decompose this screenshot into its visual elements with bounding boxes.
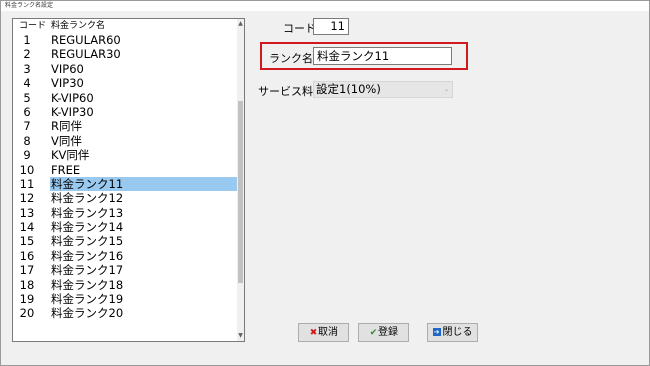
rank-list[interactable]: コード 料金ランク名 1 REGULAR60 2 REGULAR30 3 VIP60 4 VI… bbox=[12, 18, 245, 342]
cancel-button[interactable]: ✖取消 bbox=[298, 323, 349, 342]
list-item-name: 料金ランク14 bbox=[51, 220, 124, 235]
list-item-code: 12 bbox=[19, 191, 35, 206]
code-field[interactable]: 11 bbox=[313, 18, 349, 35]
list-item-code: 9 bbox=[23, 148, 31, 163]
scroll-down-icon[interactable]: ▼ bbox=[237, 331, 244, 341]
list-item-name: 料金ランク13 bbox=[51, 205, 124, 220]
list-item[interactable]: 3 VIP60 bbox=[13, 62, 238, 76]
list-item[interactable]: 14 料金ランク14 bbox=[13, 220, 238, 234]
list-item-name: 料金ランク17 bbox=[51, 263, 124, 278]
list-item-name: 料金ランク11 bbox=[50, 176, 237, 192]
list-item-code: 7 bbox=[23, 119, 31, 134]
list-item-name: V同伴 bbox=[51, 133, 82, 148]
list-item-name: FREE bbox=[51, 162, 81, 177]
list-item[interactable]: 9 KV同伴 bbox=[13, 148, 238, 162]
list-header: コード 料金ランク名 bbox=[13, 19, 238, 33]
list-item-name: R同伴 bbox=[51, 119, 82, 134]
list-item[interactable]: 10 FREE bbox=[13, 163, 238, 177]
list-item[interactable]: 1 REGULAR60 bbox=[13, 33, 238, 47]
list-item-code: 13 bbox=[19, 205, 35, 220]
list-item-code: 19 bbox=[19, 292, 35, 307]
rank-settings-window: 料金ランク名設定 コード 料金ランク名 1 REGULAR60 2 REGULAR30… bbox=[0, 0, 650, 366]
list-rows: 1 REGULAR60 2 REGULAR30 3 VIP60 4 VIP30 5 K-VIP60… bbox=[13, 33, 238, 321]
cross-icon: ✖ bbox=[309, 328, 318, 338]
header-name: 料金ランク名 bbox=[51, 21, 106, 31]
list-item[interactable]: 2 REGULAR30 bbox=[13, 47, 238, 61]
list-item[interactable]: 18 料金ランク18 bbox=[13, 278, 238, 292]
header-code: コード bbox=[19, 21, 47, 31]
list-item-code: 14 bbox=[19, 220, 35, 235]
list-item-code: 3 bbox=[23, 61, 31, 76]
list-item[interactable]: 19 料金ランク19 bbox=[13, 292, 238, 306]
list-item-code: 17 bbox=[19, 263, 35, 278]
list-item-name: REGULAR30 bbox=[51, 47, 121, 62]
save-button[interactable]: ✔登録 bbox=[358, 323, 409, 342]
list-item-name: 料金ランク16 bbox=[51, 248, 124, 263]
list-item[interactable]: 5 K-VIP60 bbox=[13, 91, 238, 105]
list-item-name: VIP60 bbox=[51, 61, 84, 76]
list-item-code: 16 bbox=[19, 248, 35, 263]
list-item-code: 20 bbox=[19, 306, 35, 321]
list-item[interactable]: 12 料金ランク12 bbox=[13, 191, 238, 205]
list-item-code: 8 bbox=[23, 133, 31, 148]
list-item[interactable]: 15 料金ランク15 bbox=[13, 234, 238, 248]
list-item[interactable]: 4 VIP30 bbox=[13, 76, 238, 90]
list-item[interactable]: 6 K-VIP30 bbox=[13, 105, 238, 119]
scroll-up-icon[interactable]: ▲ bbox=[237, 19, 244, 29]
scroll-thumb[interactable] bbox=[238, 101, 243, 283]
list-item-code: 6 bbox=[23, 104, 31, 119]
chevron-down-icon: ⌄ bbox=[443, 86, 449, 93]
list-item[interactable]: 11 料金ランク11 bbox=[13, 176, 238, 192]
save-label: 登録 bbox=[378, 327, 398, 338]
list-item[interactable]: 8 V同伴 bbox=[13, 134, 238, 148]
service-charge-value: 設定1(10%) bbox=[316, 82, 381, 96]
list-item-name: K-VIP30 bbox=[51, 104, 94, 119]
list-item-code: 2 bbox=[23, 47, 31, 62]
list-item-code: 11 bbox=[19, 176, 35, 191]
list-item-name: 料金ランク12 bbox=[51, 191, 124, 206]
list-item[interactable]: 17 料金ランク17 bbox=[13, 263, 238, 277]
list-item-code: 5 bbox=[23, 90, 31, 105]
close-label: 閉じる bbox=[442, 327, 473, 338]
list-item-name: REGULAR60 bbox=[51, 33, 121, 47]
list-item-name: 料金ランク18 bbox=[51, 277, 124, 292]
list-item-code: 15 bbox=[19, 234, 35, 249]
service-charge-label: サービス料 bbox=[258, 85, 313, 98]
rank-name-input[interactable]: 料金ランク11 bbox=[313, 47, 452, 65]
title-bar: 料金ランク名設定 bbox=[1, 1, 649, 11]
list-item-code: 4 bbox=[23, 76, 31, 91]
rank-name-label: ランク名 bbox=[269, 52, 313, 65]
service-charge-select[interactable]: 設定1(10%) ⌄ bbox=[313, 81, 453, 98]
code-label: コード bbox=[283, 22, 316, 35]
list-item-name: K-VIP60 bbox=[51, 90, 94, 105]
list-item-name: VIP30 bbox=[51, 76, 84, 91]
vertical-scrollbar[interactable]: ▲ ▼ bbox=[237, 19, 244, 341]
list-item[interactable]: 7 R同伴 bbox=[13, 119, 238, 133]
list-item-code: 1 bbox=[23, 33, 31, 47]
window-title: 料金ランク名設定 bbox=[5, 2, 54, 9]
check-icon: ✔ bbox=[369, 328, 378, 338]
list-item-code: 10 bbox=[19, 162, 35, 177]
list-item-name: 料金ランク19 bbox=[51, 292, 124, 307]
list-item-name: 料金ランク15 bbox=[51, 234, 124, 249]
list-item-code: 18 bbox=[19, 277, 35, 292]
list-item[interactable]: 16 料金ランク16 bbox=[13, 249, 238, 263]
list-item-name: 料金ランク20 bbox=[51, 306, 124, 321]
close-button[interactable]: ➔ 閉じる bbox=[427, 323, 478, 342]
list-item-name: KV同伴 bbox=[51, 148, 90, 163]
exit-icon: ➔ bbox=[432, 328, 441, 336]
list-item[interactable]: 13 料金ランク13 bbox=[13, 206, 238, 220]
cancel-label: 取消 bbox=[318, 327, 338, 338]
list-item[interactable]: 20 料金ランク20 bbox=[13, 306, 238, 320]
